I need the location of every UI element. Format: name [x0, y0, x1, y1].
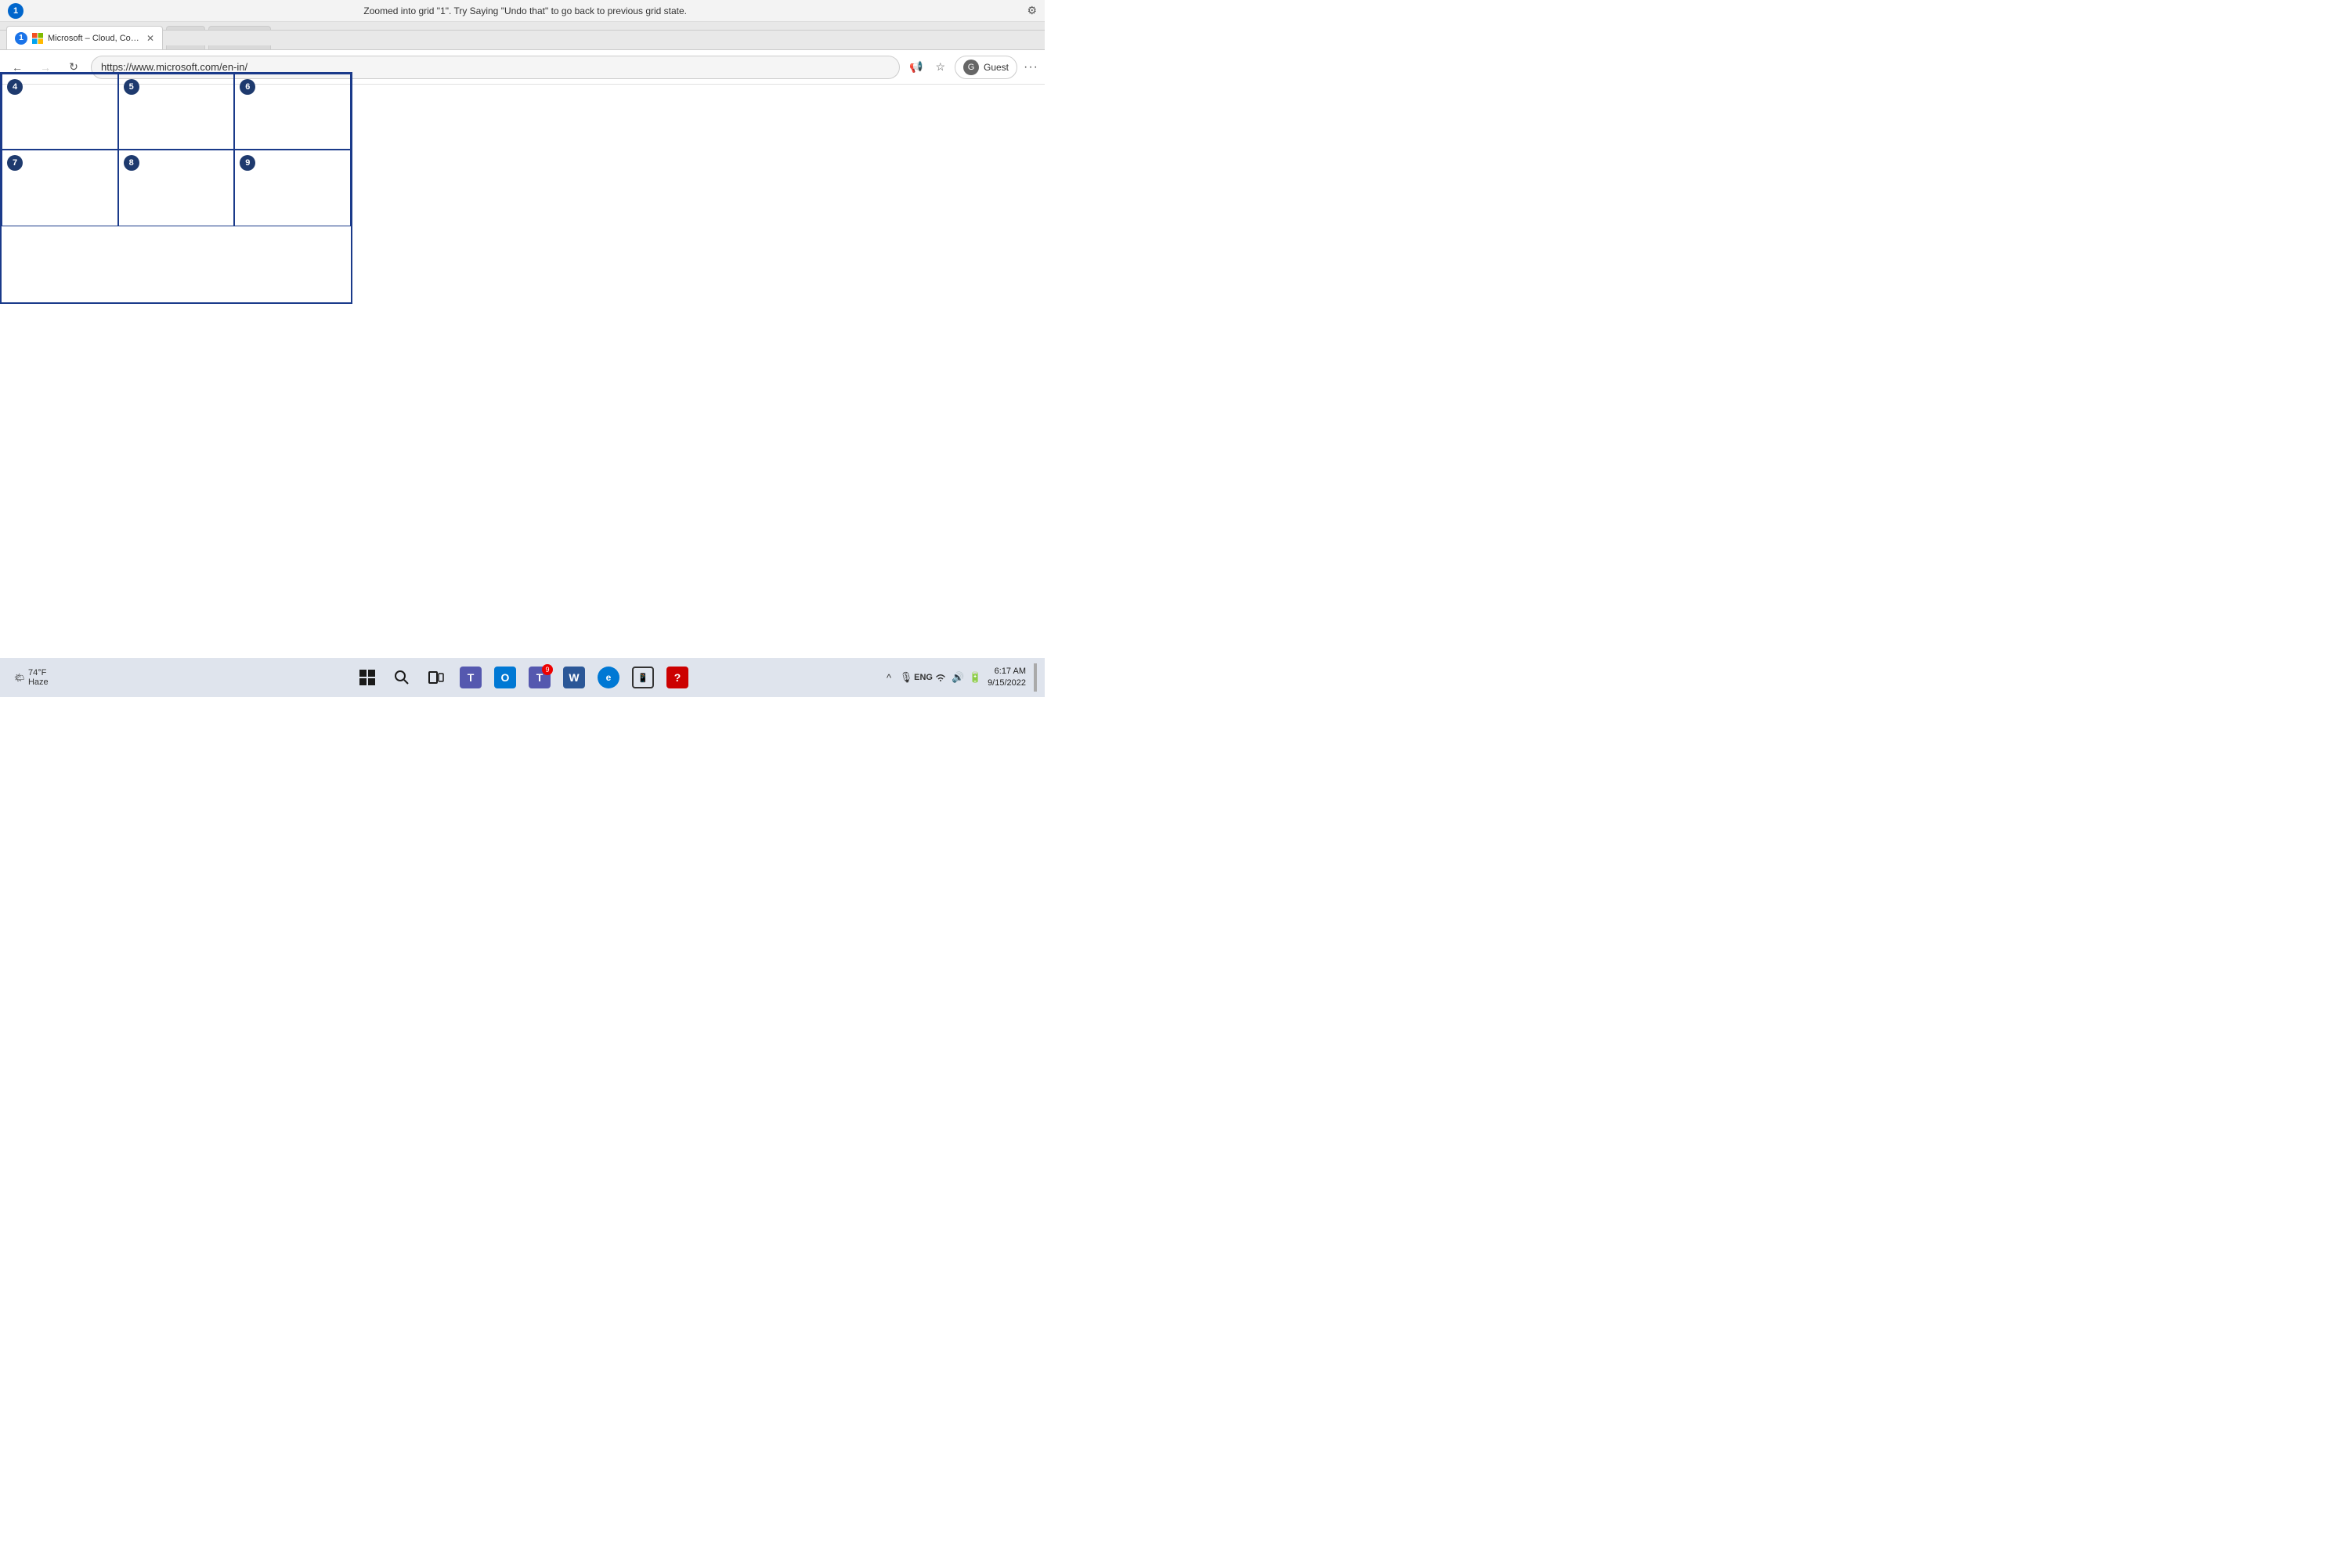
battery-icon[interactable]: 🔋	[967, 670, 983, 685]
word-taskbar-icon[interactable]: W	[559, 663, 589, 692]
teams-badge-icon[interactable]: T 9	[525, 663, 554, 692]
guest-avatar: G	[963, 60, 979, 75]
top-bar: 1 Zoomed into grid "1". Try Saying "Undo…	[0, 0, 1045, 22]
language-icon[interactable]: ENG	[915, 670, 931, 685]
date-display: 9/15/2022	[988, 677, 1026, 689]
grid-cell-4[interactable]: 4	[2, 74, 118, 150]
grid-cell-5[interactable]: 5	[118, 74, 235, 150]
url-text: https://www.microsoft.com/en-in/	[101, 61, 247, 73]
grid-cell-8[interactable]: 8	[118, 150, 235, 226]
tab-1-close[interactable]: ✕	[146, 33, 154, 44]
wifi-icon[interactable]	[933, 670, 948, 685]
taskbar-center: T O T 9 W e 📱 ?	[352, 663, 692, 692]
edge-taskbar-icon[interactable]: e	[594, 663, 623, 692]
settings-icon[interactable]: ⚙	[1027, 4, 1037, 17]
system-tray: ^ 🎙 ENG 🔊 🔋	[881, 670, 983, 685]
cortana-icon[interactable]: 1	[8, 3, 23, 19]
guest-button[interactable]: G Guest	[955, 56, 1017, 79]
taskbar-left: 🌤 74°F Haze	[8, 665, 352, 690]
tab-1-badge: 1	[15, 32, 27, 45]
grid-cell-7[interactable]: 7	[2, 150, 118, 226]
top-bar-left: 1	[8, 3, 23, 19]
grid-number-7: 7	[7, 155, 23, 171]
chevron-up-icon[interactable]: ^	[881, 670, 897, 685]
more-options-icon[interactable]: ···	[1024, 60, 1038, 74]
weather-condition: Haze	[28, 677, 49, 687]
taskbar: 🌤 74°F Haze	[0, 658, 1045, 697]
read-aloud-icon[interactable]: 📢	[906, 57, 926, 77]
time-display: 6:17 AM	[988, 666, 1026, 677]
windows-start-icon[interactable]	[352, 663, 382, 692]
teams-badge-count: 9	[542, 664, 553, 675]
grid-number-8: 8	[124, 155, 139, 171]
grid-cell-6[interactable]: 6	[234, 74, 351, 150]
top-bar-right: ⚙	[1027, 4, 1037, 17]
grid-number-6: 6	[240, 79, 255, 95]
phone-link-icon[interactable]: 📱	[628, 663, 658, 692]
clock[interactable]: 6:17 AM 9/15/2022	[988, 666, 1026, 690]
guest-label: Guest	[984, 62, 1009, 73]
taskbar-right: ^ 🎙 ENG 🔊 🔋 6:17 AM 9/15/2022	[692, 663, 1037, 692]
grid-number-5: 5	[124, 79, 139, 95]
address-right: 📢 ☆ G Guest ···	[906, 56, 1038, 79]
teams-chat-icon[interactable]: T	[456, 663, 486, 692]
favorites-icon[interactable]: ☆	[932, 57, 948, 77]
show-desktop-icon[interactable]	[1034, 663, 1037, 692]
mic-icon[interactable]: 🎙	[898, 670, 914, 685]
weather-icon: 🌤	[14, 673, 25, 683]
browser-frame: 1 Microsoft – Cloud, Computer... ✕ 2 3 +…	[0, 22, 1045, 85]
tab-1-favicon	[32, 33, 43, 44]
grid-number-9: 9	[240, 155, 255, 171]
grid-overlay: 4 5 6 7 8 9	[0, 72, 352, 304]
outlook-taskbar-icon[interactable]: O	[490, 663, 520, 692]
grid-number-4: 4	[7, 79, 23, 95]
tab-1[interactable]: 1 Microsoft – Cloud, Computer... ✕	[6, 26, 163, 49]
weather-widget[interactable]: 🌤 74°F Haze	[8, 665, 55, 690]
unknown-app-icon[interactable]: ?	[663, 663, 692, 692]
task-view-icon[interactable]	[421, 663, 451, 692]
grid-cell-9[interactable]: 9	[234, 150, 351, 226]
grid-notification: Zoomed into grid "1". Try Saying "Undo t…	[23, 5, 1027, 16]
volume-icon[interactable]: 🔊	[950, 670, 966, 685]
weather-temp: 74°F	[28, 668, 49, 677]
tab-1-label: Microsoft – Cloud, Computer...	[48, 34, 142, 43]
taskbar-search-icon[interactable]	[387, 663, 417, 692]
